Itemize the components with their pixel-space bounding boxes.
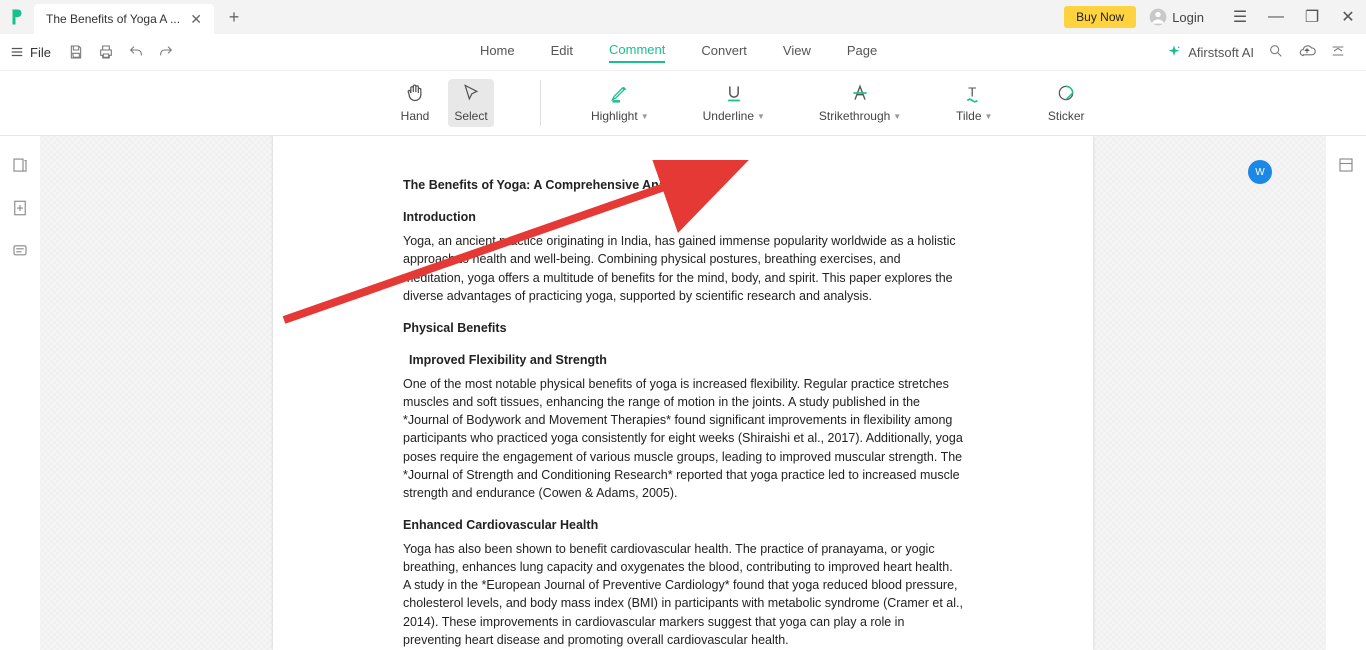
tilde-icon: T	[964, 83, 984, 103]
ai-label: Afirstsoft AI	[1188, 45, 1254, 60]
highlight-label: Highlight	[591, 109, 638, 123]
bookmarks-panel-button[interactable]	[11, 156, 29, 179]
chevron-down-icon[interactable]: ▼	[985, 112, 993, 121]
search-icon	[1268, 43, 1284, 59]
properties-icon	[1337, 156, 1355, 174]
heading-introduction: Introduction	[403, 208, 963, 226]
tab-home[interactable]: Home	[480, 43, 515, 62]
highlight-tool[interactable]: Highlight▼	[587, 79, 653, 127]
collapse-icon	[1330, 43, 1346, 59]
chevron-down-icon[interactable]: ▼	[641, 112, 649, 121]
login-label: Login	[1172, 10, 1204, 25]
hand-label: Hand	[401, 109, 430, 123]
strikethrough-tool[interactable]: Strikethrough▼	[815, 79, 905, 127]
close-tab-icon[interactable]: ✕	[190, 11, 202, 28]
strikethrough-label: Strikethrough	[819, 109, 890, 123]
main-tabs: Home Edit Comment Convert View Page	[191, 42, 1166, 63]
properties-panel-button[interactable]	[1337, 156, 1355, 179]
sparkle-icon	[1166, 44, 1182, 60]
file-label: File	[30, 45, 51, 60]
undo-button[interactable]	[121, 37, 151, 67]
app-logo	[0, 0, 34, 34]
sticker-icon	[1056, 83, 1076, 103]
cursor-icon	[461, 83, 481, 103]
comments-icon	[11, 242, 29, 260]
underline-icon	[724, 83, 744, 103]
heading-flexibility: Improved Flexibility and Strength	[409, 351, 963, 369]
cloud-button[interactable]	[1298, 42, 1316, 63]
cloud-icon	[1298, 42, 1316, 60]
buy-now-button[interactable]: Buy Now	[1064, 6, 1136, 28]
tab-convert[interactable]: Convert	[701, 43, 747, 62]
user-icon	[1148, 7, 1168, 27]
bookmark-icon	[11, 156, 29, 174]
print-button[interactable]	[91, 37, 121, 67]
tab-view[interactable]: View	[783, 43, 811, 62]
file-menu[interactable]: File	[10, 45, 51, 60]
tab-comment[interactable]: Comment	[609, 42, 665, 63]
login-button[interactable]: Login	[1148, 7, 1204, 27]
document-tab-title: The Benefits of Yoga A ...	[46, 12, 182, 26]
save-icon	[68, 44, 84, 60]
doc-title: The Benefits of Yoga: A Comprehensive An…	[403, 176, 963, 194]
chevron-down-icon[interactable]: ▼	[893, 112, 901, 121]
ai-button[interactable]: Afirstsoft AI	[1166, 44, 1254, 60]
underline-tool[interactable]: Underline▼	[699, 79, 769, 127]
add-page-panel-button[interactable]	[11, 199, 29, 222]
search-button[interactable]	[1268, 43, 1284, 62]
redo-button[interactable]	[151, 37, 181, 67]
tab-edit[interactable]: Edit	[551, 43, 573, 62]
restore-button[interactable]: ❐	[1294, 0, 1330, 34]
save-button[interactable]	[61, 37, 91, 67]
hand-icon	[405, 83, 425, 103]
word-export-bubble[interactable]: W	[1248, 160, 1272, 184]
close-window-button[interactable]: ✕	[1330, 0, 1366, 34]
select-label: Select	[454, 109, 487, 123]
tilde-label: Tilde	[956, 109, 982, 123]
undo-icon	[128, 44, 144, 60]
comments-panel-button[interactable]	[11, 242, 29, 265]
highlight-icon	[609, 83, 631, 103]
svg-text:T: T	[968, 84, 976, 99]
tilde-tool[interactable]: T Tilde▼	[951, 79, 997, 127]
chevron-down-icon[interactable]: ▼	[757, 112, 765, 121]
redo-icon	[158, 44, 174, 60]
heading-cardio: Enhanced Cardiovascular Health	[403, 516, 963, 534]
heading-physical: Physical Benefits	[403, 319, 963, 337]
collapse-ribbon-button[interactable]	[1330, 43, 1346, 62]
underline-label: Underline	[703, 109, 754, 123]
sticker-label: Sticker	[1048, 109, 1085, 123]
strikethrough-icon	[850, 83, 870, 103]
add-tab-button[interactable]: +	[220, 3, 248, 31]
select-tool[interactable]: Select	[448, 79, 494, 127]
divider	[540, 80, 541, 126]
file-menu-icon	[10, 45, 24, 59]
minimize-button[interactable]: —	[1258, 0, 1294, 34]
paragraph: Yoga has also been shown to benefit card…	[403, 540, 963, 649]
add-page-icon	[11, 199, 29, 217]
hand-tool[interactable]: Hand	[392, 79, 438, 127]
print-icon	[98, 44, 114, 60]
tab-page[interactable]: Page	[847, 43, 877, 62]
hamburger-menu-icon[interactable]: ☰	[1222, 0, 1258, 34]
document-page[interactable]: The Benefits of Yoga: A Comprehensive An…	[273, 136, 1093, 650]
sticker-tool[interactable]: Sticker	[1043, 79, 1089, 127]
paragraph: Yoga, an ancient practice originating in…	[403, 232, 963, 305]
paragraph: One of the most notable physical benefit…	[403, 375, 963, 502]
document-tab[interactable]: The Benefits of Yoga A ... ✕	[34, 4, 214, 34]
